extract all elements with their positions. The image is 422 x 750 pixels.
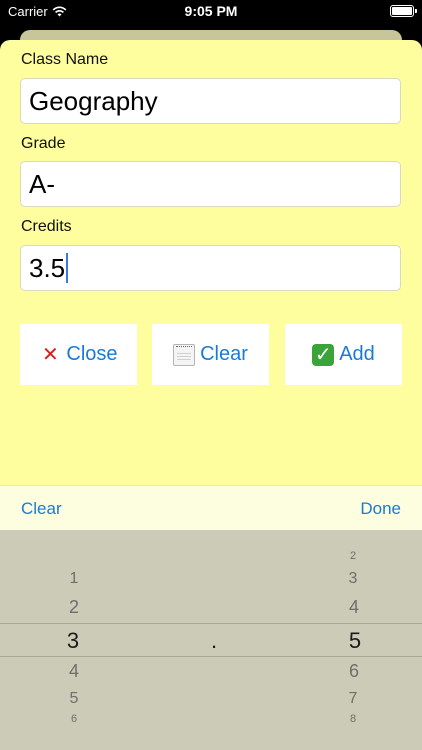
add-class-sheet: Class Name Geography Grade A- Credits 3.…	[0, 40, 422, 485]
grade-label: Grade	[21, 135, 66, 152]
picker-left-option[interactable]: 6	[59, 713, 89, 725]
notepad-icon	[173, 343, 196, 366]
picker-right-option[interactable]: 2	[338, 550, 368, 562]
credits-value: 3.5	[29, 252, 66, 283]
picker-left-option[interactable]: 2	[59, 597, 89, 618]
picker-left-option[interactable]: 1	[59, 570, 89, 588]
grade-field[interactable]: A-	[20, 161, 401, 207]
add-button[interactable]: ✓ Add	[285, 324, 402, 385]
picker-right-selected[interactable]: 5	[340, 628, 370, 654]
toolbar-clear-button[interactable]: Clear	[21, 499, 62, 519]
picker-toolbar: Clear Done	[0, 485, 422, 530]
grade-value: A-	[29, 168, 55, 199]
add-button-label: Add	[339, 343, 375, 365]
close-button[interactable]: ✕ Close	[20, 324, 137, 385]
picker-left-option[interactable]: 4	[59, 661, 89, 682]
picker-right-option[interactable]: 4	[339, 597, 369, 618]
class-name-value: Geography	[29, 85, 158, 116]
clear-button-label: Clear	[200, 343, 248, 365]
close-button-label: Close	[66, 343, 118, 365]
class-name-field[interactable]: Geography	[20, 78, 401, 124]
close-icon: ✕	[42, 344, 59, 366]
toolbar-done-button[interactable]: Done	[360, 499, 401, 519]
picker-right-option[interactable]: 3	[338, 570, 368, 588]
class-name-label: Class Name	[21, 51, 109, 68]
credits-picker[interactable]: 1 2 3 4 5 6 . 2 3 4 5 6 7 8	[0, 530, 422, 750]
picker-right-option[interactable]: 8	[338, 713, 368, 725]
status-bar: Carrier 9:05 PM	[0, 0, 422, 24]
status-time: 9:05 PM	[184, 3, 238, 19]
picker-left-selected[interactable]: 3	[58, 628, 88, 654]
picker-decimal-separator: .	[210, 628, 218, 653]
picker-right-option[interactable]: 6	[339, 661, 369, 682]
battery-icon	[390, 5, 417, 17]
checkmark-icon: ✓	[312, 343, 335, 366]
credits-label: Credits	[21, 218, 72, 235]
picker-left-option[interactable]: 5	[59, 690, 89, 708]
picker-right-option[interactable]: 7	[338, 690, 368, 708]
credits-field[interactable]: 3.5	[20, 245, 401, 291]
text-caret	[66, 253, 69, 283]
clear-button[interactable]: Clear	[152, 324, 269, 385]
